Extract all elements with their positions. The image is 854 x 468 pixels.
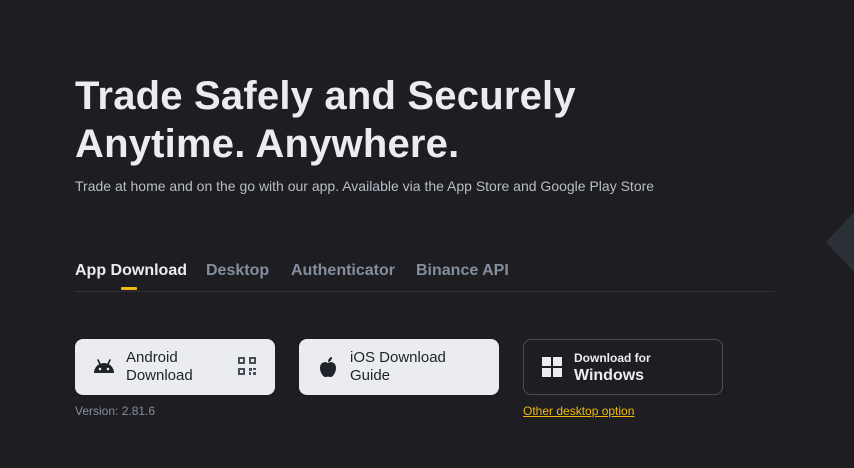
active-tab-indicator xyxy=(121,287,137,290)
android-button-label: Android Download xyxy=(126,349,236,385)
tab-binance-api[interactable]: Binance API xyxy=(416,262,509,280)
hero-title: Trade Safely and Securely Anytime. Anywh… xyxy=(75,72,576,168)
download-tabs: App Download Desktop Authenticator Binan… xyxy=(75,258,775,292)
android-download-button[interactable]: Android Download xyxy=(75,339,275,395)
other-desktop-option-link[interactable]: Other desktop option xyxy=(523,404,634,418)
android-label-line2: Download xyxy=(126,367,193,384)
hero-title-line1: Trade Safely and Securely xyxy=(75,74,576,118)
apple-icon xyxy=(320,357,336,378)
ios-label-line1: iOS Download xyxy=(350,349,446,366)
windows-download-button[interactable]: Download for Windows xyxy=(523,339,723,395)
windows-icon xyxy=(542,357,562,377)
android-label-line1: Android xyxy=(126,349,178,366)
tab-desktop[interactable]: Desktop xyxy=(206,262,269,280)
version-text: Version: 2.81.6 xyxy=(75,404,156,418)
ios-button-label: iOS Download Guide xyxy=(350,349,460,385)
qr-code-icon[interactable] xyxy=(238,357,256,375)
hero-subtitle: Trade at home and on the go with our app… xyxy=(75,178,655,194)
hero-title-line2: Anytime. Anywhere. xyxy=(75,122,460,166)
tab-app-download[interactable]: App Download xyxy=(75,262,187,280)
windows-label-big: Windows xyxy=(574,367,645,384)
decorative-diamond xyxy=(826,212,854,272)
windows-label-small: Download for xyxy=(574,351,651,365)
ios-label-line2: Guide xyxy=(350,367,391,384)
android-icon xyxy=(94,359,114,373)
tab-authenticator[interactable]: Authenticator xyxy=(291,262,395,280)
ios-download-guide-button[interactable]: iOS Download Guide xyxy=(299,339,499,395)
